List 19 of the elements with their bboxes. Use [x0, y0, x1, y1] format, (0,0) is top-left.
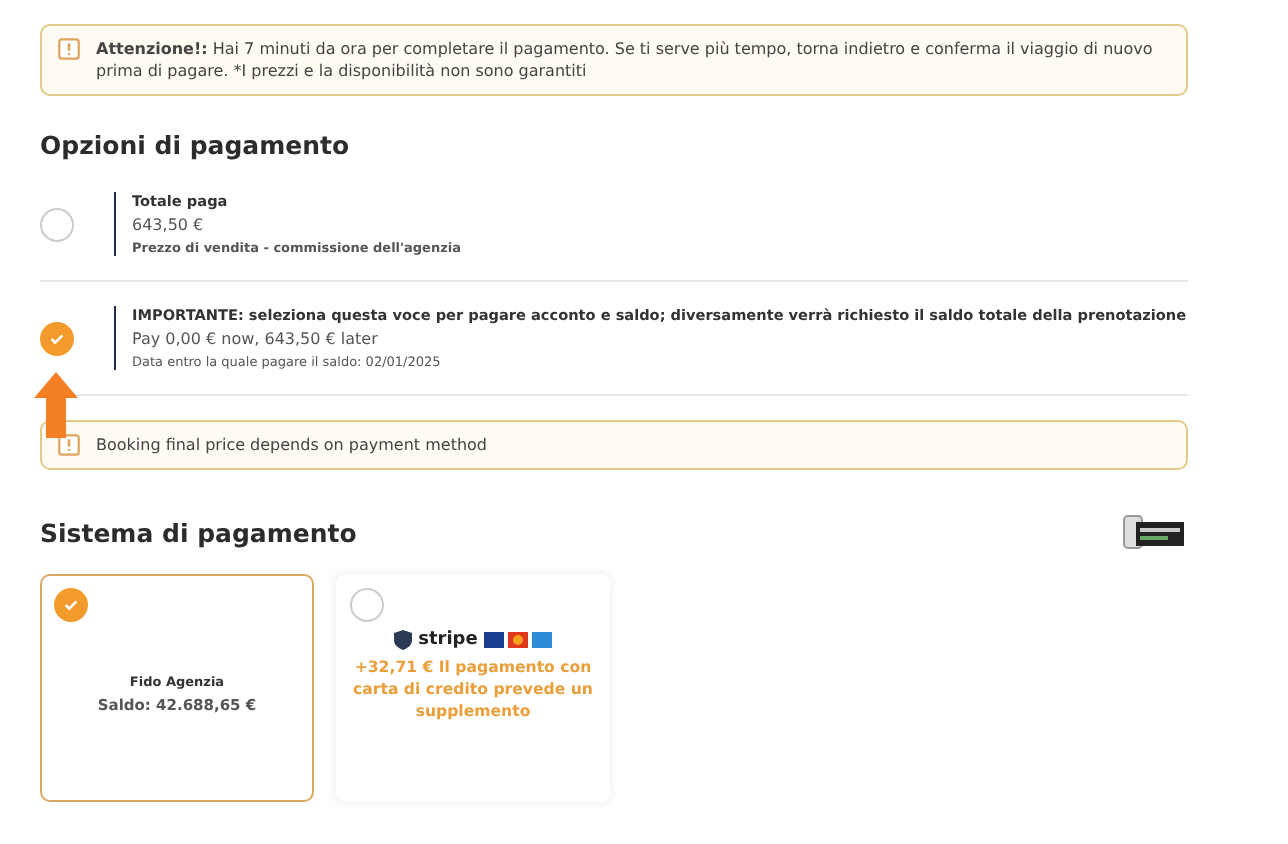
option-amount: 643,50 € [132, 216, 206, 234]
check-icon [62, 596, 80, 614]
option-amount: Pay 0,00 € now, 643,50 € later [132, 330, 380, 348]
method-radio[interactable] [54, 588, 88, 622]
shield-icon [394, 630, 413, 650]
warning-icon [58, 434, 80, 456]
security-badge-icon [1120, 510, 1188, 554]
warning-icon [58, 38, 80, 60]
option-radio[interactable] [40, 207, 74, 241]
check-icon [48, 329, 66, 347]
warning-text: Attenzione!: Hai 7 minuti da ora per completare il pagamento. Se ti serve più tempo, torna indietro e conferma il viaggio di nuovo prima di pagare. *I prezzi e la disponibilità non sono garantiti [96, 38, 1155, 82]
notice-text: Booking final price depends on payment method [96, 434, 487, 456]
stripe-logo: stripe [418, 630, 478, 650]
section-title: Sistema di pagamento [40, 517, 357, 547]
section-title: Opzioni di pagamento [40, 130, 352, 160]
method-radio[interactable] [350, 588, 384, 622]
arrow-icon [34, 372, 78, 438]
option-radio[interactable] [40, 321, 74, 355]
card-logos-icon [483, 632, 552, 648]
